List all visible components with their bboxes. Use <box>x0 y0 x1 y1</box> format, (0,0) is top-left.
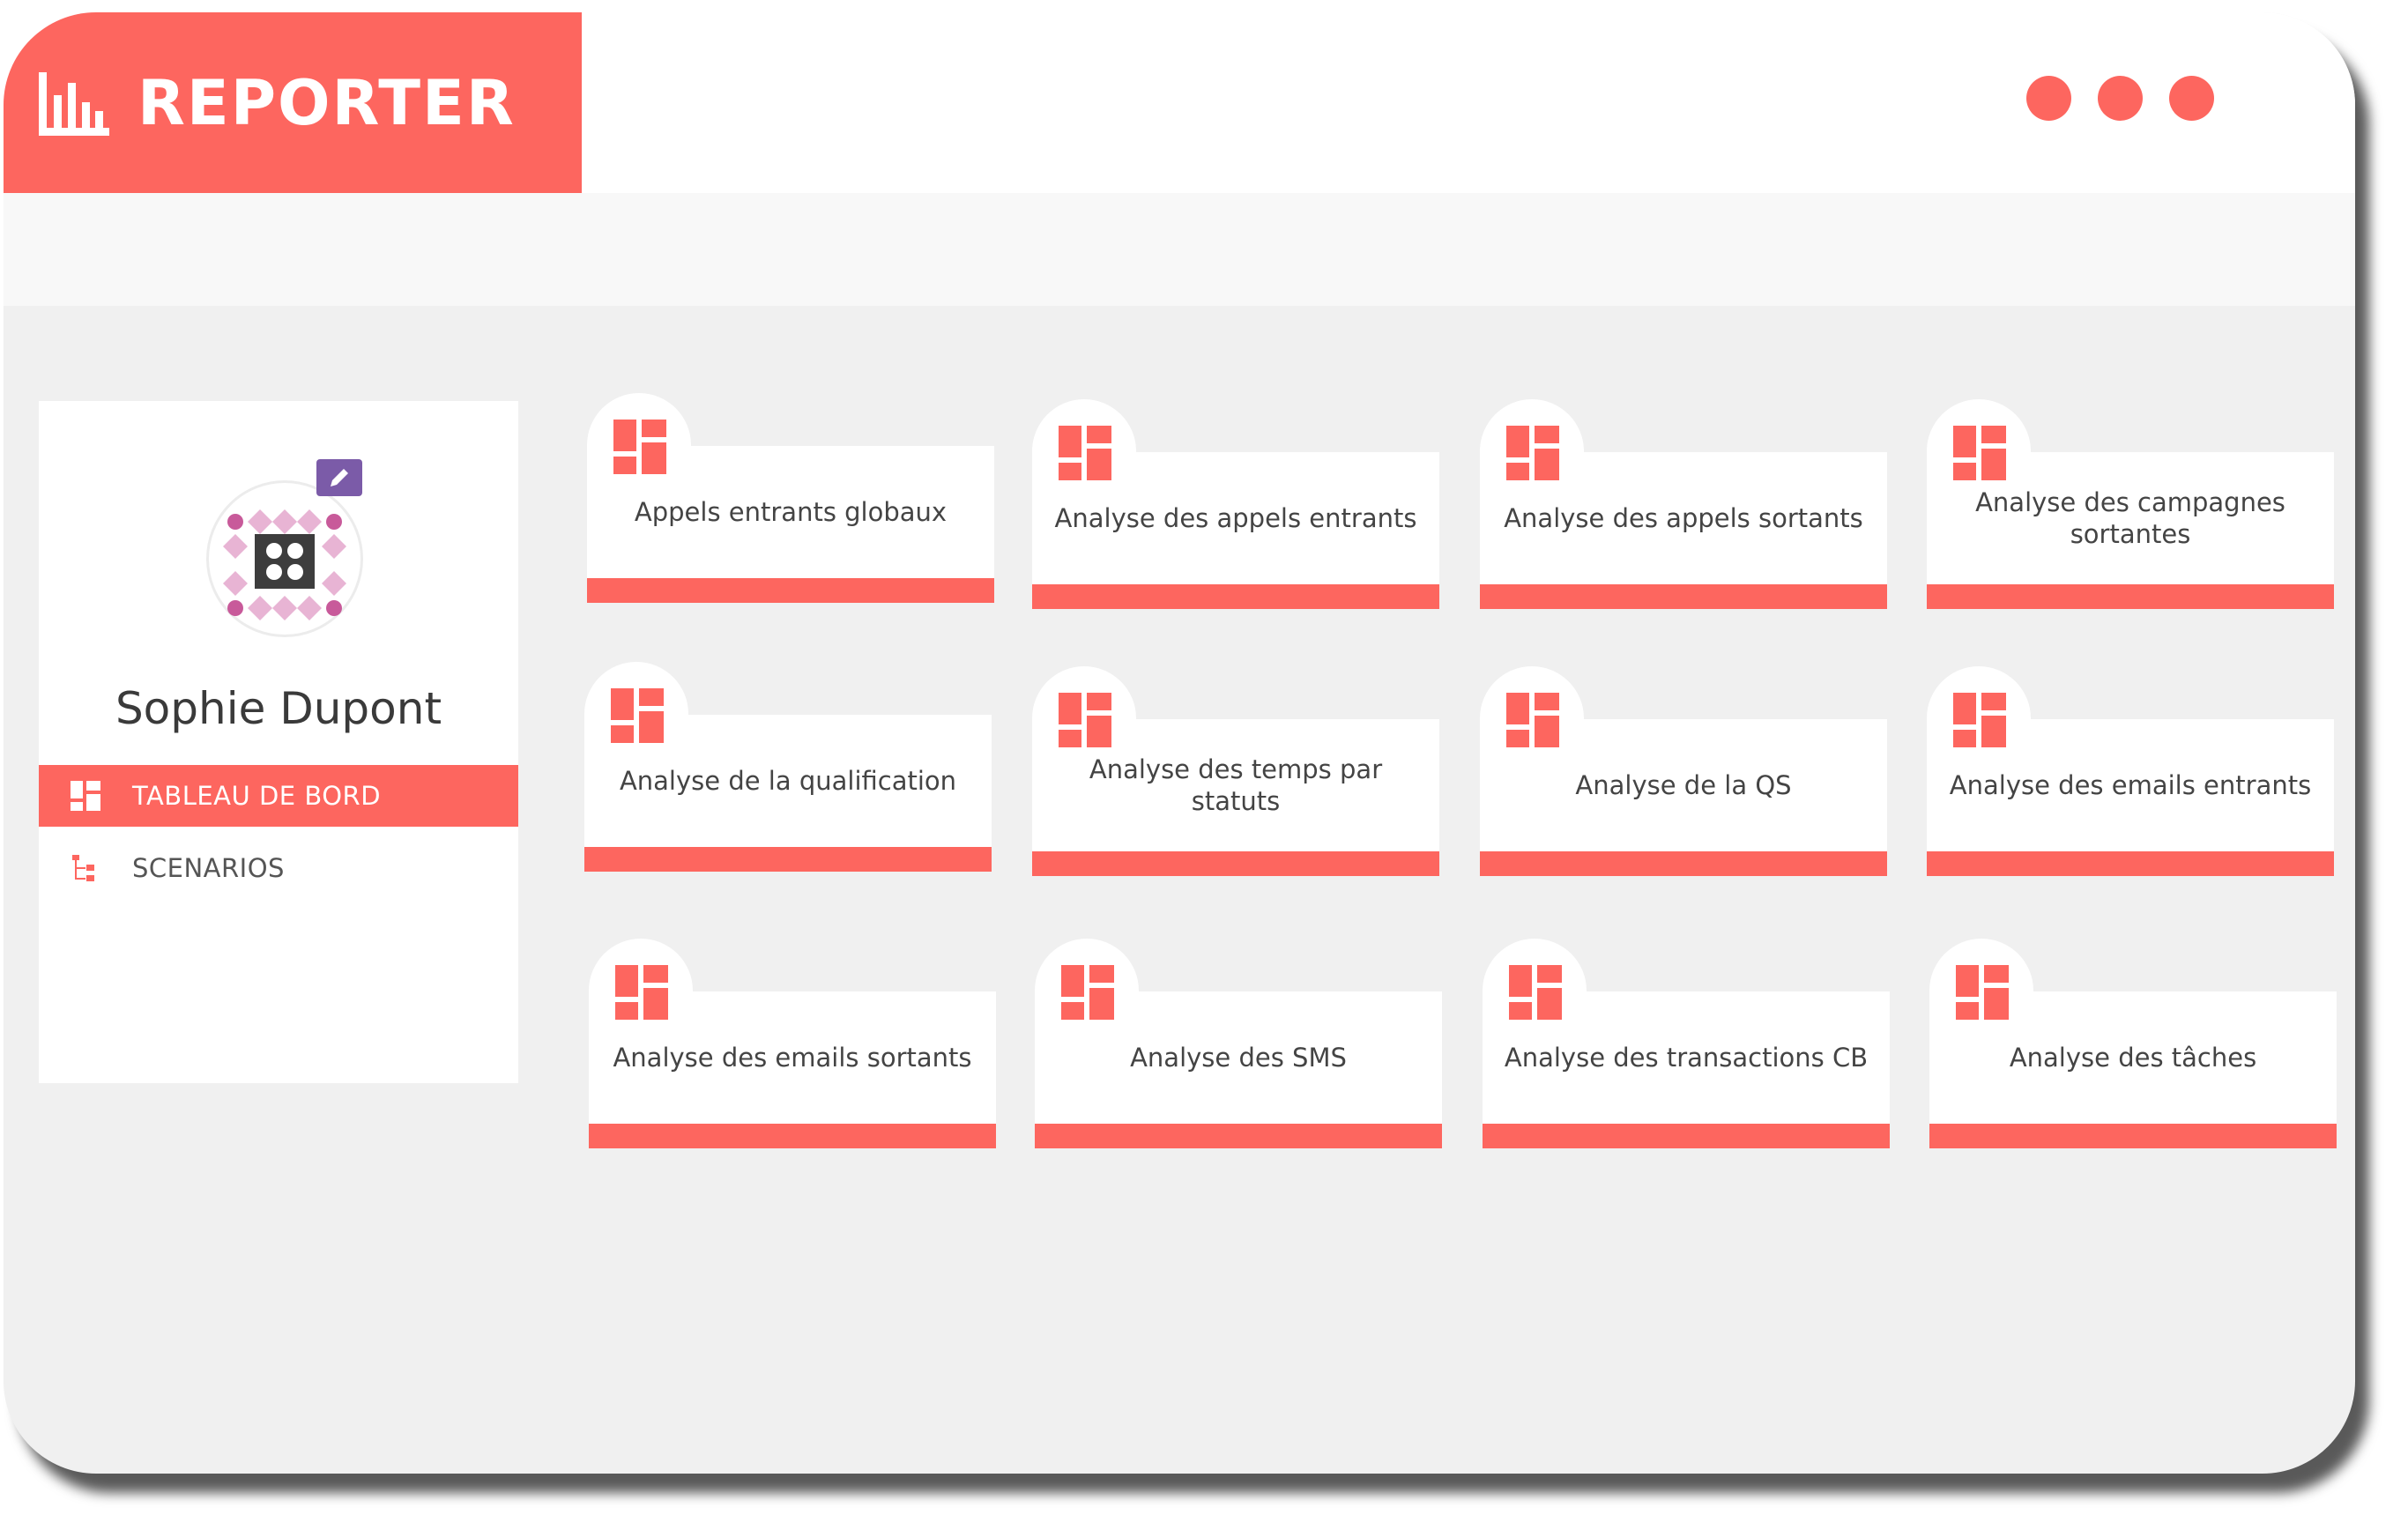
card-label: Analyse des appels entrants <box>1054 503 1417 533</box>
app-title: REPORTER <box>137 67 516 139</box>
dashboard-card[interactable]: Analyse de la QS <box>1480 666 1887 904</box>
card-accent-bar <box>1032 851 1439 876</box>
dashboard-card[interactable]: Analyse des emails entrants <box>1927 666 2334 904</box>
card-label: Analyse des SMS <box>1130 1043 1347 1073</box>
pencil-icon <box>331 469 348 486</box>
nav-label-tableau-de-bord: TABLEAU DE BORD <box>132 781 382 811</box>
window-dot-3[interactable] <box>2169 76 2214 121</box>
dashboard-icon <box>71 781 100 811</box>
nav-item-tableau-de-bord[interactable]: TABLEAU DE BORD <box>39 765 518 827</box>
window-dot-2[interactable] <box>2098 76 2143 121</box>
dashboard-card[interactable]: Analyse de la qualification <box>584 662 992 900</box>
dashboard-card[interactable]: Analyse des appels entrants <box>1032 399 1439 637</box>
dashboard-card[interactable]: Appels entrants globaux <box>587 393 994 631</box>
dashboard-icon <box>1059 693 1111 747</box>
card-accent-bar <box>1032 584 1439 609</box>
card-label: Analyse des temps par statuts <box>1089 754 1383 816</box>
card-label: Analyse de la qualification <box>619 766 957 796</box>
dashboard-icon <box>1061 965 1114 1020</box>
card-accent-bar <box>1035 1124 1442 1148</box>
dashboard-icon <box>1509 965 1562 1020</box>
card-accent-bar <box>587 578 994 603</box>
card-accent-bar <box>1927 584 2334 609</box>
card-label: Analyse des appels sortants <box>1504 503 1863 533</box>
user-name: Sophie Dupont <box>115 683 442 734</box>
dashboard-icon <box>613 420 666 474</box>
card-accent-bar <box>584 847 992 872</box>
card-accent-bar <box>1480 584 1887 609</box>
bar-chart-icon <box>39 72 109 136</box>
profile-panel: Sophie Dupont TABLEAU DE BORD SCENARIOS <box>39 401 518 1083</box>
brand-header[interactable]: REPORTER <box>4 12 582 193</box>
dashboard-icon <box>1953 693 2006 747</box>
avatar-pattern-icon <box>223 509 346 620</box>
dashboard-card[interactable]: Analyse des campagnes sortantes <box>1927 399 2334 637</box>
nav-item-scenarios[interactable]: SCENARIOS <box>39 837 518 899</box>
window-dot-1[interactable] <box>2026 76 2071 121</box>
dashboard-card[interactable]: Analyse des SMS <box>1035 939 1442 1177</box>
card-label: Analyse de la QS <box>1575 770 1792 800</box>
dashboard-card[interactable]: Analyse des appels sortants <box>1480 399 1887 637</box>
dashboard-card[interactable]: Analyse des tâches <box>1929 939 2337 1177</box>
card-label: Analyse des tâches <box>2009 1043 2257 1073</box>
dashboard-icon <box>1506 426 1559 480</box>
edit-avatar-button[interactable] <box>316 459 362 496</box>
nav-label-scenarios: SCENARIOS <box>132 853 285 883</box>
card-label: Analyse des emails sortants <box>613 1043 972 1073</box>
card-label: Analyse des campagnes sortantes <box>1975 487 2285 549</box>
dashboard-card[interactable]: Analyse des emails sortants <box>589 939 996 1177</box>
toolbar-strip <box>4 193 2355 306</box>
card-label: Analyse des transactions CB <box>1504 1043 1869 1073</box>
card-accent-bar <box>1929 1124 2337 1148</box>
dashboard-icon <box>1506 693 1559 747</box>
card-label: Analyse des emails entrants <box>1949 770 2312 800</box>
card-accent-bar <box>589 1124 996 1148</box>
dashboard-icon <box>615 965 668 1020</box>
card-label: Appels entrants globaux <box>634 497 948 527</box>
dashboard-card[interactable]: Analyse des transactions CB <box>1483 939 1890 1177</box>
window-controls <box>2026 76 2214 121</box>
dashboard-icon <box>1059 426 1111 480</box>
avatar[interactable] <box>206 480 363 637</box>
dashboard-icon <box>611 688 664 743</box>
card-accent-bar <box>1480 851 1887 876</box>
dashboard-card[interactable]: Analyse des temps par statuts <box>1032 666 1439 904</box>
dashboard-icon <box>1953 426 2006 480</box>
app-window: REPORTER Sophie Dupont TABLEAU DE BORD S… <box>4 12 2355 1474</box>
top-bar: REPORTER <box>4 12 2355 193</box>
card-accent-bar <box>1483 1124 1890 1148</box>
tree-icon <box>72 855 94 881</box>
card-accent-bar <box>1927 851 2334 876</box>
dashboard-icon <box>1956 965 2009 1020</box>
